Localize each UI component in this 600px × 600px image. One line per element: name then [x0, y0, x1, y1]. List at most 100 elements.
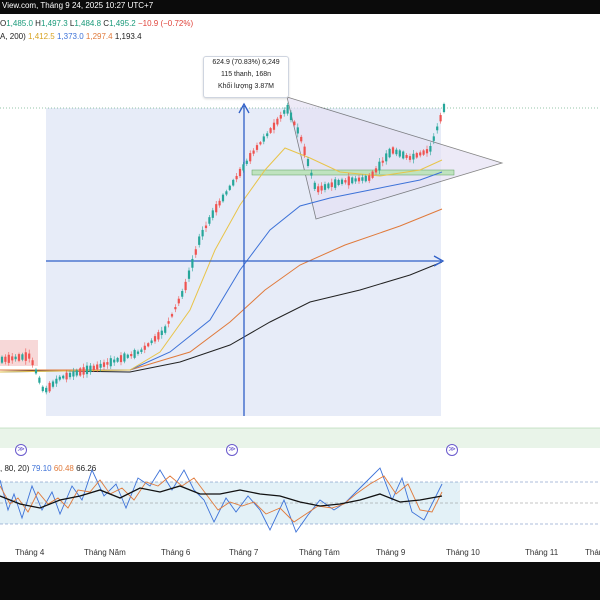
triangle-pattern	[286, 96, 504, 220]
ma-label: A, 200)	[0, 32, 26, 41]
event-marker-icon[interactable]: ≫	[226, 444, 238, 456]
candles	[0, 102, 446, 395]
candle-body	[82, 367, 85, 375]
candle-body	[184, 281, 187, 291]
candle-body	[126, 354, 129, 358]
candle-body	[310, 172, 313, 176]
candle-body	[303, 146, 306, 156]
candle-body	[249, 153, 252, 162]
price-chart[interactable]	[0, 0, 600, 600]
candle-body	[4, 356, 7, 362]
xaxis-label: Tháng 4	[15, 548, 45, 557]
candle-body	[143, 345, 146, 350]
candle-body	[398, 150, 401, 157]
candle-body	[208, 217, 211, 224]
ma-value-3: 1,297.4	[85, 32, 113, 41]
candle-body	[330, 182, 333, 188]
candle-body	[381, 160, 384, 163]
candle-body	[415, 153, 418, 158]
candle-body	[153, 336, 157, 342]
candle-body	[218, 200, 221, 206]
candle-body	[99, 363, 102, 368]
candle-body	[51, 381, 55, 387]
candle-body	[272, 122, 276, 130]
candle-body	[334, 179, 337, 188]
candle-body	[228, 185, 231, 190]
candle-body	[320, 185, 323, 191]
candle-body	[286, 104, 289, 114]
candle-body	[374, 168, 378, 173]
candle-body	[106, 362, 109, 365]
xaxis-label: Tháng 10	[446, 548, 480, 557]
candle-body	[442, 103, 446, 113]
candle-body	[371, 171, 374, 178]
candle-body	[150, 340, 153, 344]
candle-body	[357, 177, 361, 182]
oscillator-legend: , 80, 20) 79.10 60.48 66.26	[0, 464, 96, 473]
xaxis-label: Tháng 6	[161, 548, 191, 557]
candle-body	[11, 356, 14, 361]
oscillator-zone	[0, 482, 460, 524]
candle-body	[235, 175, 238, 180]
candle-body	[62, 375, 65, 379]
candle-body	[147, 343, 150, 347]
candle-body	[388, 148, 391, 158]
candle-body	[113, 359, 116, 363]
candle-body	[225, 191, 228, 195]
candle-body	[0, 356, 4, 363]
candle-body	[21, 354, 24, 360]
candle-body	[405, 155, 408, 158]
red-zone	[0, 340, 38, 366]
candle-body	[130, 354, 133, 357]
candle-body	[269, 128, 272, 133]
candle-body	[198, 236, 201, 245]
candle-body	[211, 210, 214, 218]
osc-value-1: 79.10	[31, 464, 52, 473]
candle-body	[242, 164, 245, 171]
candle-body	[191, 258, 194, 268]
ma-black-line	[0, 261, 443, 373]
candle-body	[283, 110, 286, 114]
candle-body	[238, 168, 242, 177]
xaxis-label: Tháng Năm	[84, 548, 126, 557]
candle-body	[245, 160, 248, 164]
candle-body	[194, 249, 197, 255]
candle-body	[85, 365, 89, 375]
candle-body	[317, 186, 320, 193]
candle-body	[279, 114, 282, 119]
candle-body	[429, 145, 432, 152]
candle-body	[391, 147, 395, 154]
candle-body	[347, 176, 350, 186]
candle-body	[262, 136, 265, 142]
candle-body	[68, 372, 72, 378]
candle-body	[252, 150, 255, 154]
chart-title: View.com, Tháng 9 24, 2025 10:27 UTC+7	[2, 1, 154, 10]
candle-body	[181, 291, 184, 297]
candle-body	[340, 179, 344, 184]
candle-body	[354, 178, 357, 182]
open-value: 1,485.0	[6, 19, 33, 28]
candle-body	[75, 370, 78, 376]
candle-body	[17, 354, 21, 361]
candle-body	[24, 352, 27, 361]
candle-body	[136, 351, 140, 354]
candle-body	[92, 365, 95, 370]
candle-body	[48, 382, 51, 392]
candle-body	[395, 149, 398, 155]
candle-body	[361, 177, 364, 181]
candle-body	[385, 153, 388, 162]
candle-body	[7, 354, 10, 363]
event-marker-icon[interactable]: ≫	[15, 444, 27, 456]
time-axis[interactable]: Tháng 4 Tháng Năm Tháng 6 Tháng 7 Tháng …	[0, 548, 600, 562]
candle-body	[140, 349, 143, 352]
candle-body	[72, 371, 75, 377]
candle-body	[96, 364, 99, 370]
measure-line-3: Khối lượng 3.87M	[218, 83, 274, 90]
candle-body	[419, 152, 422, 156]
candle-body	[232, 179, 235, 186]
event-marker-icon[interactable]: ≫	[446, 444, 458, 456]
candle-body	[436, 126, 439, 131]
candle-body	[439, 115, 442, 122]
stoch-black	[0, 485, 443, 509]
candle-body	[157, 332, 160, 340]
